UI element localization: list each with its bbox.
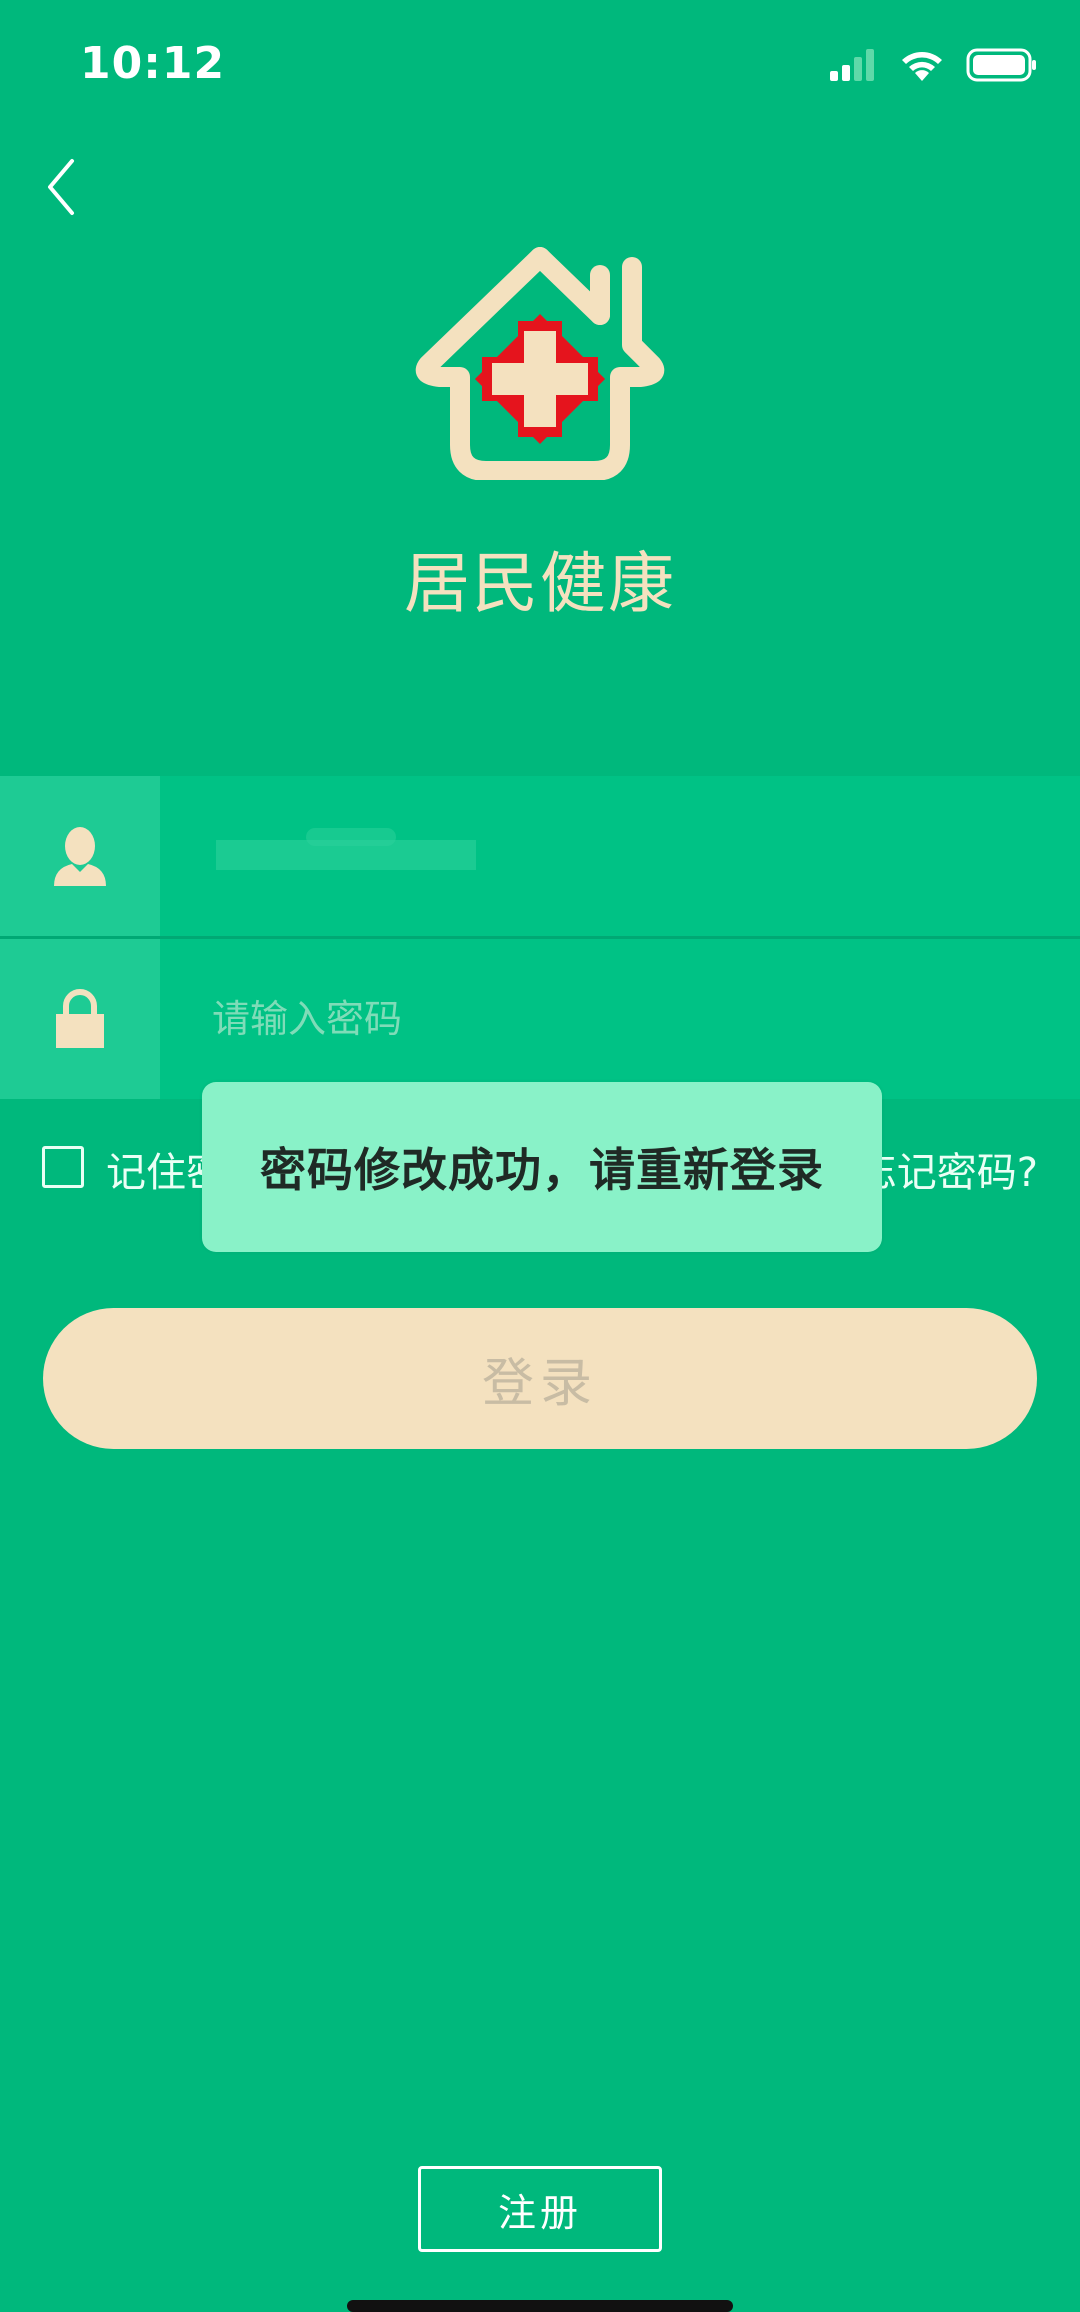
user-icon bbox=[54, 827, 106, 886]
login-button[interactable]: 登录 bbox=[43, 1308, 1037, 1449]
app-title: 居民健康 bbox=[404, 545, 676, 622]
username-icon-cell bbox=[0, 776, 160, 936]
register-button-label: 注册 bbox=[497, 2190, 582, 2235]
login-button-label: 登录 bbox=[481, 1355, 598, 1413]
signal-icon bbox=[830, 49, 874, 81]
back-button[interactable] bbox=[36, 152, 86, 222]
house-medical-cross-icon bbox=[415, 247, 665, 480]
forgot-password-link[interactable]: 忘记密码? bbox=[857, 1140, 1038, 1198]
toast-message: 密码修改成功，请重新登录 bbox=[260, 1143, 824, 1197]
home-indicator bbox=[347, 2300, 733, 2312]
status-icons bbox=[828, 45, 1038, 85]
status-time: 10:12 bbox=[80, 38, 226, 89]
password-input[interactable] bbox=[212, 979, 1032, 1059]
username-blurred-value bbox=[216, 828, 476, 870]
toast: 密码修改成功，请重新登录 bbox=[202, 1082, 882, 1252]
battery-icon bbox=[966, 48, 1036, 82]
remember-password-checkbox[interactable] bbox=[42, 1146, 84, 1188]
password-icon-cell bbox=[0, 939, 160, 1099]
password-row bbox=[0, 939, 1080, 1099]
username-row bbox=[0, 776, 1080, 936]
register-button[interactable]: 注册 bbox=[418, 2166, 662, 2252]
wifi-icon bbox=[902, 52, 942, 81]
chevron-left-icon bbox=[48, 159, 74, 215]
lock-icon bbox=[56, 989, 104, 1048]
